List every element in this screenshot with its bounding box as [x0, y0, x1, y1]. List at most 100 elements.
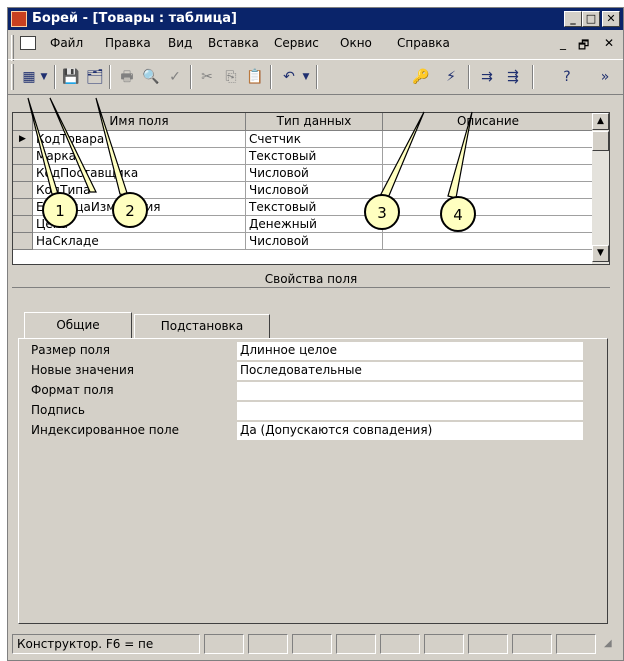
toolbar-separator [532, 65, 534, 89]
description-cell[interactable] [383, 131, 594, 148]
resize-grip-icon[interactable]: ◢ [604, 638, 612, 649]
row-selector[interactable] [13, 199, 33, 216]
toolbar-overflow-icon[interactable]: » [598, 66, 612, 88]
toolbar-separator [54, 65, 56, 89]
row-selector[interactable] [13, 216, 33, 233]
property-value-indexed[interactable]: Да (Допускаются совпадения) [237, 422, 583, 440]
primary-key-icon[interactable]: 🔑 [410, 66, 432, 88]
header-description: Описание [383, 113, 594, 131]
indexes-icon[interactable]: ⚡ [440, 66, 462, 88]
access-key-icon [11, 11, 27, 27]
doc-restore-button[interactable]: 🗗 [578, 36, 589, 57]
scroll-up-icon[interactable]: ▲ [592, 113, 609, 130]
scroll-down-icon[interactable]: ▼ [592, 245, 609, 262]
toolbar-separator [190, 65, 192, 89]
grid-corner [13, 113, 33, 131]
description-cell[interactable] [383, 182, 594, 199]
help-icon[interactable]: ? [556, 66, 578, 88]
menubar-grip[interactable] [11, 35, 14, 61]
print-preview-icon[interactable]: 🔍 [140, 66, 162, 88]
property-value-field-size[interactable]: Длинное целое [237, 342, 583, 360]
row-selector[interactable] [13, 165, 33, 182]
maximize-button[interactable]: □ [582, 11, 600, 27]
callout-1: 1 [42, 192, 78, 228]
status-panel [512, 634, 552, 654]
row-selector[interactable] [13, 148, 33, 165]
menu-edit[interactable]: Правка [105, 36, 151, 50]
property-value-caption[interactable] [237, 402, 583, 420]
toolbar-grip[interactable] [11, 64, 14, 90]
table-icon[interactable] [20, 36, 36, 50]
spelling-icon[interactable]: ✓ [164, 66, 186, 88]
menu-help[interactable]: Справка [397, 36, 450, 50]
paste-icon[interactable]: 📋 [244, 66, 266, 88]
status-text: Конструктор. F6 = пе [12, 634, 200, 654]
data-type-cell[interactable]: Числовой [246, 182, 383, 199]
property-value-new-values[interactable]: Последовательные [237, 362, 583, 380]
status-panel [468, 634, 508, 654]
minimize-button[interactable]: _ [564, 11, 582, 27]
header-field-name: Имя поля [33, 113, 246, 131]
description-cell[interactable] [383, 199, 594, 216]
callout-4: 4 [440, 196, 476, 232]
doc-close-button[interactable]: ✕ [604, 36, 614, 50]
delete-rows-icon[interactable]: ⇶ [502, 66, 524, 88]
print-icon[interactable]: 🖶 [116, 66, 138, 88]
menu-tools[interactable]: Сервис [274, 36, 319, 50]
status-panel [248, 634, 288, 654]
status-panel [204, 634, 244, 654]
access-window: Борей - [Товары : таблица] _ □ ✕ Файл Пр… [7, 7, 624, 661]
data-type-cell[interactable]: Денежный [246, 216, 383, 233]
field-name-cell[interactable]: КодТовара [33, 131, 246, 148]
properties-icon[interactable]: 🗂 [84, 66, 106, 88]
menu-insert[interactable]: Вставка [208, 36, 259, 50]
tab-general[interactable]: Общие [24, 312, 132, 339]
general-tab-panel: Размер поля Длинное целое Новые значения… [18, 338, 608, 624]
description-cell[interactable] [383, 165, 594, 182]
undo-icon[interactable]: ↶ [278, 66, 300, 88]
copy-icon[interactable]: ⎘ [220, 66, 242, 88]
toolbar: ▦ ▼ 💾 🗂 🖶 🔍 ✓ ✂ ⎘ 📋 ↶ ▼ 🔑 ⚡ ⇉ ⇶ ? » [8, 59, 623, 95]
field-name-cell[interactable]: КодПоставщика [33, 165, 246, 182]
toolbar-separator [316, 65, 318, 89]
current-row-indicator[interactable]: ▶ [13, 131, 33, 148]
property-label: Индексированное поле [31, 423, 180, 437]
undo-dropdown-arrow-icon[interactable]: ▼ [300, 66, 312, 88]
data-type-cell[interactable]: Счетчик [246, 131, 383, 148]
cut-icon[interactable]: ✂ [196, 66, 218, 88]
menu-file[interactable]: Файл [50, 36, 83, 50]
data-type-cell[interactable]: Числовой [246, 233, 383, 250]
row-selector[interactable] [13, 233, 33, 250]
view-icon[interactable]: ▦ [18, 66, 40, 88]
status-panel [292, 634, 332, 654]
doc-minimize-button[interactable]: _ [560, 36, 566, 50]
save-icon[interactable]: 💾 [60, 66, 82, 88]
status-panel [380, 634, 420, 654]
status-panel [556, 634, 596, 654]
tab-lookup[interactable]: Подстановка [134, 314, 270, 338]
menu-view[interactable]: Вид [168, 36, 192, 50]
status-bar: Конструктор. F6 = пе ◢ [12, 632, 624, 654]
field-name-cell[interactable]: Марка [33, 148, 246, 165]
title-bar[interactable]: Борей - [Товары : таблица] _ □ ✕ [8, 8, 623, 30]
data-type-cell[interactable]: Числовой [246, 165, 383, 182]
data-type-cell[interactable]: Текстовый [246, 148, 383, 165]
field-name-cell[interactable]: НаСкладе [33, 233, 246, 250]
field-properties-title: Свойства поля [12, 270, 610, 288]
description-cell[interactable] [383, 148, 594, 165]
description-cell[interactable] [383, 233, 594, 250]
data-type-cell[interactable]: Текстовый [246, 199, 383, 216]
view-dropdown-arrow-icon[interactable]: ▼ [38, 66, 50, 88]
close-button[interactable]: ✕ [602, 11, 620, 27]
row-selector[interactable] [13, 182, 33, 199]
description-cell[interactable] [383, 216, 594, 233]
property-label: Формат поля [31, 383, 114, 397]
menu-bar: Файл Правка Вид Вставка Сервис Окно Спра… [8, 31, 623, 61]
toolbar-separator [270, 65, 272, 89]
property-value-format[interactable] [237, 382, 583, 400]
scroll-thumb[interactable] [592, 131, 609, 151]
insert-rows-icon[interactable]: ⇉ [476, 66, 498, 88]
menu-window[interactable]: Окно [340, 36, 372, 50]
grid-vertical-scrollbar[interactable]: ▲ ▼ [592, 113, 609, 264]
property-label: Новые значения [31, 363, 135, 377]
